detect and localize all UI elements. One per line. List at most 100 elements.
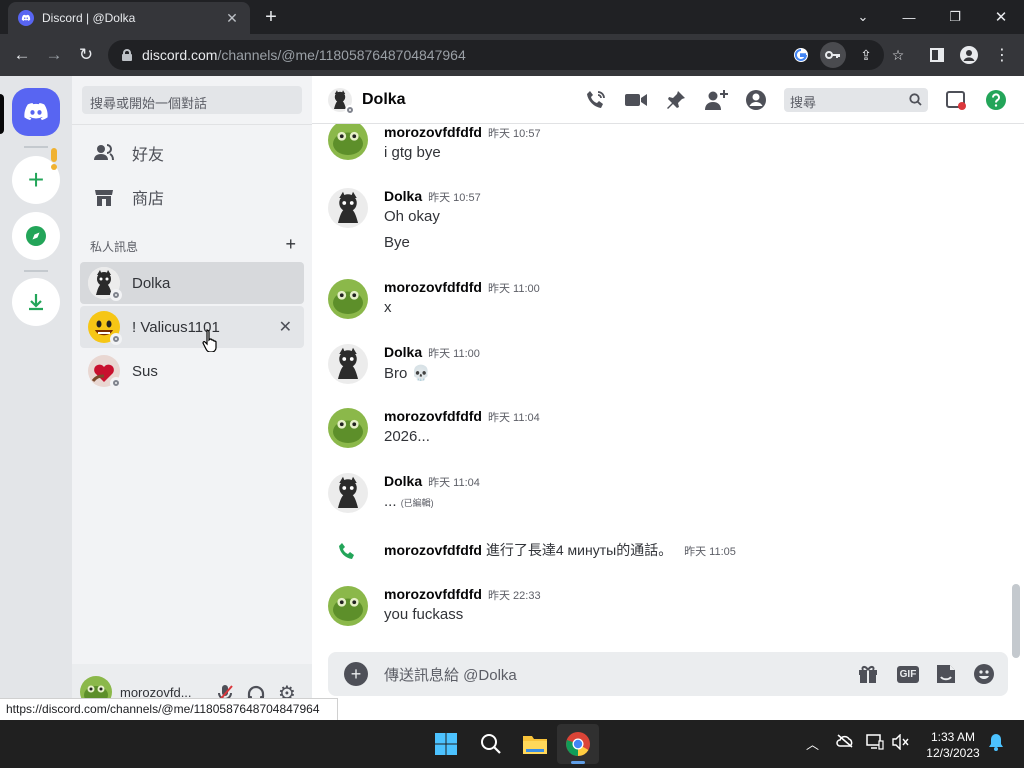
add-server-button[interactable]: + xyxy=(12,148,60,204)
download-icon xyxy=(29,294,43,311)
show-hidden-icons-chevron-icon[interactable]: ︿ xyxy=(806,734,819,753)
network-display-icon[interactable] xyxy=(866,734,884,753)
message-text: Oh okay xyxy=(384,208,440,225)
gift-icon[interactable] xyxy=(856,662,880,686)
gif-icon[interactable]: GIF xyxy=(896,662,920,686)
inbox-icon[interactable] xyxy=(944,88,968,112)
edited-label: (已編輯) xyxy=(400,498,434,508)
chrome-icon[interactable] xyxy=(562,728,594,760)
share-icon[interactable]: ⇪ xyxy=(853,42,879,68)
notification-bell-icon[interactable] xyxy=(988,733,1004,754)
server-rail: + xyxy=(0,76,72,720)
address-bar[interactable]: discord.com/channels/@me/118058764870484… xyxy=(108,40,884,70)
restore-button[interactable]: ❐ xyxy=(932,0,978,34)
user-profile-icon[interactable] xyxy=(744,88,768,112)
profile-icon[interactable] xyxy=(956,42,982,68)
message-author[interactable]: morozovfdfdfd xyxy=(384,542,482,558)
pinned-messages-icon[interactable] xyxy=(664,88,688,112)
shop-nav-item[interactable]: 商店 xyxy=(80,176,304,218)
message-author[interactable]: Dolka xyxy=(384,344,422,360)
message-header: morozovfdfdfd 昨天 10:57 xyxy=(384,124,541,141)
message-text: x xyxy=(384,299,392,316)
file-explorer-icon[interactable] xyxy=(519,728,551,760)
key-icon[interactable] xyxy=(820,42,846,68)
close-window-button[interactable]: ✕ xyxy=(978,0,1024,34)
offline-status-icon xyxy=(110,289,122,301)
message-author[interactable]: Dolka xyxy=(384,473,422,489)
message-avatar[interactable] xyxy=(328,408,368,448)
message-avatar[interactable] xyxy=(328,124,368,160)
search-icon[interactable] xyxy=(475,728,507,760)
sticker-icon[interactable] xyxy=(934,662,958,686)
message-author[interactable]: morozovfdfdfd xyxy=(384,408,482,424)
side-panel-icon[interactable] xyxy=(924,42,950,68)
message-timestamp: 昨天 11:04 xyxy=(487,412,540,424)
message-timestamp: 昨天 11:04 xyxy=(428,477,480,489)
onedrive-offline-icon[interactable] xyxy=(836,734,854,751)
friends-nav-item[interactable]: 好友 xyxy=(80,132,304,174)
clock-date: 12/3/2023 xyxy=(926,746,980,760)
message-author[interactable]: morozovfdfdfd xyxy=(384,279,482,295)
composer-placeholder: 傳送訊息給 @Dolka xyxy=(384,666,517,684)
voice-call-icon[interactable] xyxy=(584,88,608,112)
tab-close-icon[interactable]: ✕ xyxy=(224,10,240,27)
message-scrollbar[interactable] xyxy=(1012,132,1020,658)
rail-divider-2 xyxy=(24,270,48,272)
message-avatar[interactable] xyxy=(328,188,368,228)
close-dm-icon[interactable]: ✕ xyxy=(279,317,292,337)
help-icon[interactable] xyxy=(984,88,1008,112)
message-text: Bye xyxy=(384,234,410,251)
message-author[interactable]: morozovfdfdfd xyxy=(384,124,482,140)
message-avatar[interactable] xyxy=(328,279,368,319)
message-author[interactable]: Dolka xyxy=(384,188,422,204)
discord-favicon-icon xyxy=(18,10,34,26)
message-avatar[interactable] xyxy=(328,473,368,513)
discord-app: + 搜尋或開始一個對話 好友 商店 私人訊息 + Dolka ! Valicus… xyxy=(0,76,1024,720)
dm-sidebar: 搜尋或開始一個對話 好友 商店 私人訊息 + Dolka ! Valicus11… xyxy=(72,76,312,720)
emoji-picker-icon[interactable] xyxy=(972,662,996,686)
dm-item-dolka[interactable]: Dolka xyxy=(80,262,304,304)
tab-search-icon[interactable]: ⌄ xyxy=(840,0,886,34)
offline-status-icon xyxy=(110,333,122,345)
bookmark-star-icon[interactable]: ☆ xyxy=(885,42,911,68)
avatar xyxy=(88,311,122,345)
create-dm-plus-icon[interactable]: + xyxy=(285,235,296,255)
reload-button[interactable]: ↻ xyxy=(73,42,99,68)
browser-tab[interactable]: Discord | @Dolka ✕ xyxy=(8,2,250,34)
forward-button[interactable]: → xyxy=(41,42,67,68)
explore-servers-button[interactable] xyxy=(12,212,60,260)
url-host: discord.com xyxy=(142,47,218,63)
taskbar-clock[interactable]: 1:33 AM 12/3/2023 xyxy=(918,729,988,761)
scrollbar-thumb[interactable] xyxy=(1012,584,1020,658)
download-apps-button[interactable] xyxy=(12,278,60,326)
message-composer[interactable]: + 傳送訊息給 @Dolka GIF xyxy=(328,652,1008,696)
volume-muted-icon[interactable] xyxy=(892,733,910,753)
message-timestamp: 昨天 11:00 xyxy=(487,283,540,295)
message-avatar[interactable] xyxy=(328,344,368,384)
dm-item-valicus1101[interactable]: ! Valicus1101 ✕ xyxy=(80,306,304,348)
google-icon[interactable] xyxy=(788,42,814,68)
find-conversation-input[interactable]: 搜尋或開始一個對話 xyxy=(82,86,302,114)
dm-name: Dolka xyxy=(132,274,171,292)
chrome-menu-icon[interactable]: ⋮ xyxy=(989,42,1015,68)
attach-plus-button[interactable]: + xyxy=(344,662,368,686)
direct-messages-home-button[interactable] xyxy=(12,88,60,136)
lock-icon[interactable] xyxy=(122,49,132,61)
dm-item-sus[interactable]: Sus xyxy=(80,350,304,392)
back-button[interactable]: ← xyxy=(9,42,35,68)
message-timestamp: 昨天 22:33 xyxy=(487,590,541,602)
channel-search-input[interactable]: 搜尋 xyxy=(784,88,928,112)
minimize-button[interactable]: — xyxy=(886,0,932,34)
shop-icon xyxy=(92,185,116,209)
message-header: morozovfdfdfd 昨天 11:04 xyxy=(384,408,540,425)
message-author[interactable]: morozovfdfdfd xyxy=(384,586,482,602)
video-call-icon[interactable] xyxy=(624,88,648,112)
message-avatar[interactable] xyxy=(328,586,368,626)
chat-header: Dolka 搜尋 xyxy=(312,76,1024,124)
start-windows-icon[interactable] xyxy=(430,728,462,760)
message-header: Dolka 昨天 11:04 xyxy=(384,473,480,490)
message-text: ... (已編輯) xyxy=(384,493,434,510)
add-friends-to-dm-icon[interactable] xyxy=(704,88,728,112)
message-text: you fuckass xyxy=(384,606,464,623)
new-tab-button[interactable]: + xyxy=(260,6,282,28)
